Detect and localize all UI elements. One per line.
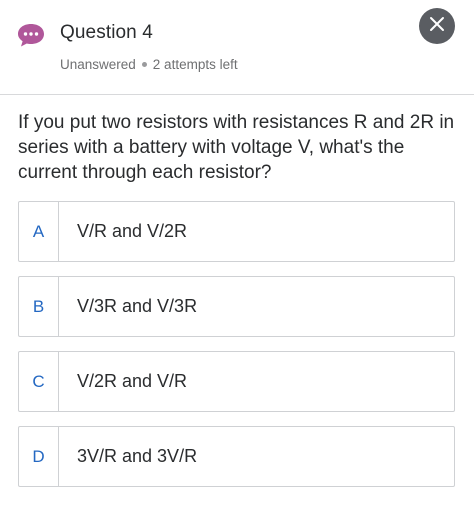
header-divider <box>0 94 474 95</box>
question-title: Question 4 <box>60 22 153 43</box>
answer-status: Unanswered <box>60 57 136 72</box>
option-text: V/2R and V/R <box>77 371 188 391</box>
question-text: If you put two resistors with resistance… <box>18 112 455 183</box>
close-button[interactable] <box>419 8 455 44</box>
chat-bubble-icon <box>17 22 45 48</box>
attempts-left: 2 attempts left <box>152 57 238 72</box>
question-status-line: Unanswered 2 attempts left <box>60 57 238 72</box>
option-text: V/3R and V/3R <box>77 296 198 316</box>
answer-option-d[interactable]: D 3V/R and 3V/R <box>18 426 455 487</box>
option-letter: A <box>19 202 59 261</box>
option-letter: D <box>19 427 59 486</box>
option-letter: B <box>19 277 59 336</box>
answer-option-b[interactable]: B V/3R and V/3R <box>18 276 455 337</box>
close-icon <box>429 16 445 37</box>
option-text: V/R and V/2R <box>77 221 188 241</box>
answer-option-c[interactable]: C V/2R and V/R <box>18 351 455 412</box>
option-letter: C <box>19 352 59 411</box>
question-header: Question 4 Unanswered 2 attempts left <box>0 0 474 95</box>
answer-option-a[interactable]: A V/R and V/2R <box>18 201 455 262</box>
option-text: 3V/R and 3V/R <box>77 446 198 466</box>
separator-dot <box>141 61 147 67</box>
